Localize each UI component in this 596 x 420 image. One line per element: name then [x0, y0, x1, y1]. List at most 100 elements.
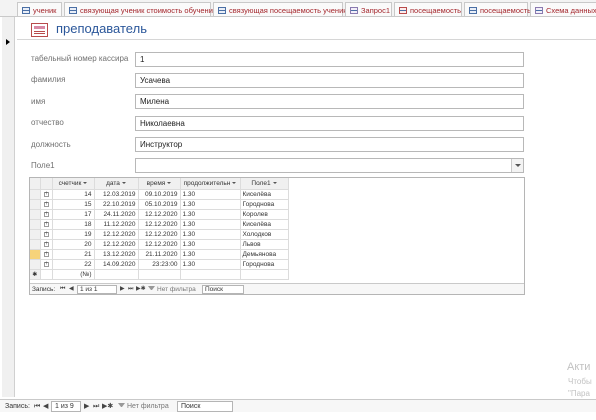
column-header-duration[interactable]: продолжительн	[180, 178, 241, 190]
row-selector[interactable]	[30, 199, 41, 210]
cell-time[interactable]: 05.10.2019	[138, 199, 181, 210]
cell-field1[interactable]: Городнова	[240, 199, 289, 210]
row-selector[interactable]	[30, 229, 41, 240]
cell-field1[interactable]: Киселёва	[240, 219, 289, 230]
table-row[interactable]: + 22 14.09.2020 23:23:00 1.30 Городнова	[30, 259, 289, 270]
name-field[interactable]: Милена	[135, 94, 524, 109]
row-selector[interactable]	[30, 239, 41, 250]
column-header-field1[interactable]: Поле1	[240, 178, 289, 190]
field1-combobox[interactable]	[135, 158, 524, 173]
table-row[interactable]: + 17 24.11.2020 12.12.2020 1.30 Королев	[30, 209, 289, 220]
expand-row-button[interactable]: +	[40, 209, 53, 220]
table-row[interactable]: + 14 12.03.2019 09.10.2019 1.30 Киселёва	[30, 189, 289, 200]
cell-counter[interactable]: 22	[52, 259, 95, 270]
expand-row-button[interactable]: +	[40, 229, 53, 240]
table-row[interactable]: + 15 22.10.2019 05.10.2019 1.30 Городнов…	[30, 199, 289, 210]
expand-row-button[interactable]: +	[40, 189, 53, 200]
cell-date[interactable]: 12.12.2020	[94, 229, 139, 240]
cell-date[interactable]: 22.10.2019	[94, 199, 139, 210]
cell-duration[interactable]: 1.30	[180, 229, 241, 240]
cell-field1[interactable]: Королев	[240, 209, 289, 220]
cashier-number-field[interactable]: 1	[135, 52, 524, 67]
cell-time[interactable]: 12.12.2020	[138, 209, 181, 220]
cell-field1[interactable]: Городнова	[240, 259, 289, 270]
new-record-row[interactable]: ✱ (№)	[30, 269, 289, 280]
row-selector[interactable]	[30, 209, 41, 220]
cell-duration[interactable]: 1.30	[180, 219, 241, 230]
tab-attendance-form[interactable]: посещаемость	[394, 2, 462, 16]
cell-time[interactable]: 12.12.2020	[138, 239, 181, 250]
column-header-counter[interactable]: счетчик	[52, 178, 95, 190]
first-record-icon[interactable]: ⏮	[60, 285, 65, 294]
tab-student-cost-link[interactable]: связующая ученик стоимость обучения	[64, 2, 217, 16]
cell-date[interactable]: 14.09.2020	[94, 259, 139, 270]
cell-counter[interactable]: 14	[52, 189, 95, 200]
cell-date-new[interactable]	[94, 269, 139, 280]
column-header-time[interactable]: время	[138, 178, 181, 190]
sort-dropdown-icon[interactable]	[272, 182, 277, 185]
cell-duration[interactable]: 1.30	[180, 249, 241, 260]
tab-attendance-student-link[interactable]: связующая посещаемость ученик	[213, 2, 347, 16]
position-field[interactable]: Инструктор	[135, 137, 524, 152]
chevron-down-icon[interactable]	[511, 159, 523, 172]
tab-attendance-table[interactable]: посещаемость	[464, 2, 531, 16]
cell-duration[interactable]: 1.30	[180, 259, 241, 270]
record-position-input[interactable]: 1 из 1	[77, 285, 117, 294]
last-record-icon[interactable]: ⏭	[128, 285, 133, 294]
cell-time[interactable]: 12.12.2020	[138, 219, 181, 230]
sort-dropdown-icon[interactable]	[121, 182, 126, 185]
cell-counter[interactable]: 21	[52, 249, 95, 260]
cell-time[interactable]: 21.11.2020	[138, 249, 181, 260]
table-row[interactable]: + 19 12.12.2020 12.12.2020 1.30 Холодков	[30, 229, 289, 240]
table-row[interactable]: + 18 11.12.2020 12.12.2020 1.30 Киселёва	[30, 219, 289, 230]
sort-dropdown-icon[interactable]	[232, 182, 237, 185]
record-position-input[interactable]: 1 из 9	[51, 401, 81, 412]
cell-time[interactable]: 12.12.2020	[138, 229, 181, 240]
cell-time[interactable]: 23:23:00	[138, 259, 181, 270]
expand-row-button[interactable]: +	[40, 219, 53, 230]
last-record-icon[interactable]: ⏭	[93, 402, 99, 412]
cell-field1[interactable]: Холодков	[240, 229, 289, 240]
cell-time-new[interactable]	[138, 269, 181, 280]
cell-date[interactable]: 12.03.2019	[94, 189, 139, 200]
tab-relationships[interactable]: Схема данных	[530, 2, 596, 16]
sort-dropdown-icon[interactable]	[167, 182, 172, 185]
new-record-icon[interactable]: ▶✱	[102, 402, 113, 412]
row-selector[interactable]	[30, 189, 41, 200]
select-all-corner[interactable]	[30, 178, 41, 190]
cell-date[interactable]: 12.12.2020	[94, 239, 139, 250]
expand-row-button[interactable]: +	[40, 239, 53, 250]
cell-field1[interactable]: Киселёва	[240, 189, 289, 200]
new-record-star-icon[interactable]: ✱	[30, 269, 41, 280]
row-selector[interactable]	[30, 219, 41, 230]
new-record-icon[interactable]: ▶✱	[136, 285, 146, 294]
cell-counter[interactable]: 18	[52, 219, 95, 230]
filter-status[interactable]: Нет фильтра	[148, 285, 196, 294]
record-selector[interactable]	[2, 17, 15, 397]
cell-date[interactable]: 13.12.2020	[94, 249, 139, 260]
tab-query1[interactable]: Запрос1	[345, 2, 392, 16]
cell-duration-new[interactable]	[180, 269, 241, 280]
cell-counter[interactable]: 20	[52, 239, 95, 250]
cell-time[interactable]: 09.10.2019	[138, 189, 181, 200]
first-record-icon[interactable]: ⏮	[34, 402, 40, 412]
expand-row-button[interactable]: +	[40, 249, 53, 260]
cell-counter[interactable]: 15	[52, 199, 95, 210]
next-record-icon[interactable]: ▶	[120, 285, 125, 294]
cell-counter[interactable]: 17	[52, 209, 95, 220]
expand-row-button[interactable]: +	[40, 259, 53, 270]
filter-status[interactable]: Нет фильтра	[118, 402, 169, 412]
cell-duration[interactable]: 1.30	[180, 189, 241, 200]
sort-dropdown-icon[interactable]	[83, 182, 88, 185]
table-row[interactable]: + 20 12.12.2020 12.12.2020 1.30 Львов	[30, 239, 289, 250]
previous-record-icon[interactable]: ◀	[69, 285, 74, 294]
column-header-date[interactable]: дата	[94, 178, 139, 190]
cell-duration[interactable]: 1.30	[180, 209, 241, 220]
tab-student[interactable]: ученик	[17, 2, 62, 16]
next-record-icon[interactable]: ▶	[84, 402, 89, 412]
previous-record-icon[interactable]: ◀	[43, 402, 48, 412]
expand-row-button[interactable]: +	[40, 199, 53, 210]
cell-counter-new[interactable]: (№)	[52, 269, 95, 280]
patronymic-field[interactable]: Николаевна	[135, 116, 524, 131]
cell-date[interactable]: 24.11.2020	[94, 209, 139, 220]
